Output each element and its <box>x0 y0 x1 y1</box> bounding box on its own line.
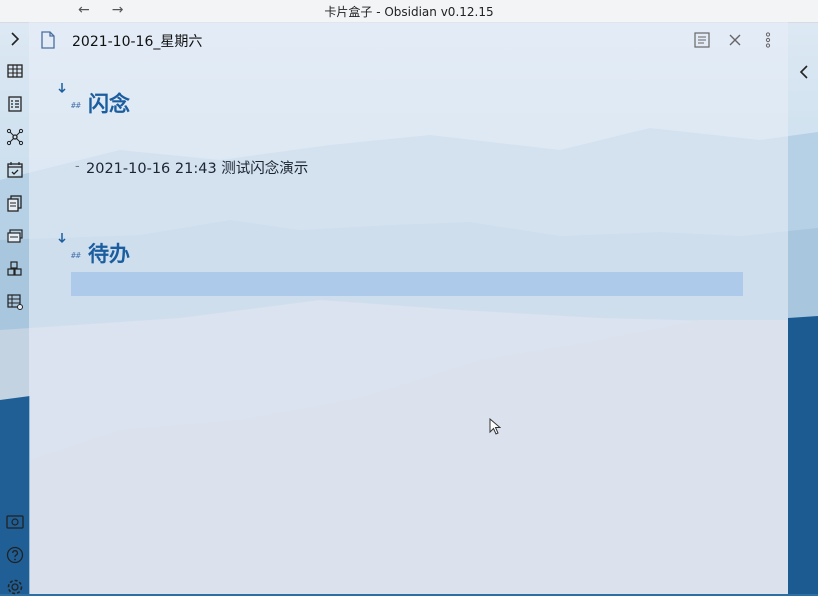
table-icon[interactable] <box>5 61 24 80</box>
chevron-right-icon[interactable] <box>5 29 24 48</box>
left-ribbon <box>0 22 29 594</box>
settings-icon[interactable] <box>5 577 24 596</box>
window-title: 卡片盒子 - Obsidian v0.12.15 <box>324 4 494 19</box>
section-heading[interactable]: 闪念 <box>88 88 130 118</box>
heading-marker: ## <box>71 101 81 110</box>
close-icon[interactable] <box>726 31 744 49</box>
vault-icon[interactable] <box>5 512 24 531</box>
history-nav: ← → <box>78 2 123 18</box>
cards-icon[interactable] <box>5 226 24 245</box>
fold-arrow-icon[interactable] <box>56 230 68 244</box>
mouse-cursor-icon <box>489 417 502 436</box>
pane-header: 2021-10-16_星期六 <box>29 22 788 58</box>
calendar-check-icon[interactable] <box>5 160 24 179</box>
heading-marker: ## <box>71 251 81 260</box>
grid-settings-icon[interactable] <box>5 292 24 311</box>
list-item[interactable]: 2021-10-16 21:43 测试闪念演示 <box>86 157 308 178</box>
more-options-icon[interactable] <box>759 31 777 49</box>
checklist-icon[interactable] <box>5 94 24 113</box>
file-icon <box>40 31 56 49</box>
reading-mode-icon[interactable] <box>693 31 711 49</box>
graph-icon[interactable] <box>5 127 24 146</box>
list-bullet: - <box>75 159 80 174</box>
editor-pane: 2021-10-16_星期六 ## 闪念 - 2021-10-16 21:43 … <box>29 22 788 594</box>
text-selection-highlight[interactable] <box>71 272 743 296</box>
window-titlebar: ← → 卡片盒子 - Obsidian v0.12.15 <box>0 0 818 23</box>
right-sidebar-toggle-chevron-icon[interactable] <box>796 62 812 82</box>
section-heading[interactable]: 待办 <box>88 238 130 268</box>
help-icon[interactable] <box>5 545 24 564</box>
fold-arrow-icon[interactable] <box>56 80 68 94</box>
blocks-icon[interactable] <box>5 259 24 278</box>
copy-doc-icon[interactable] <box>5 193 24 212</box>
file-title[interactable]: 2021-10-16_星期六 <box>72 31 202 51</box>
forward-arrow-icon[interactable]: → <box>112 2 124 18</box>
back-arrow-icon[interactable]: ← <box>78 2 90 18</box>
